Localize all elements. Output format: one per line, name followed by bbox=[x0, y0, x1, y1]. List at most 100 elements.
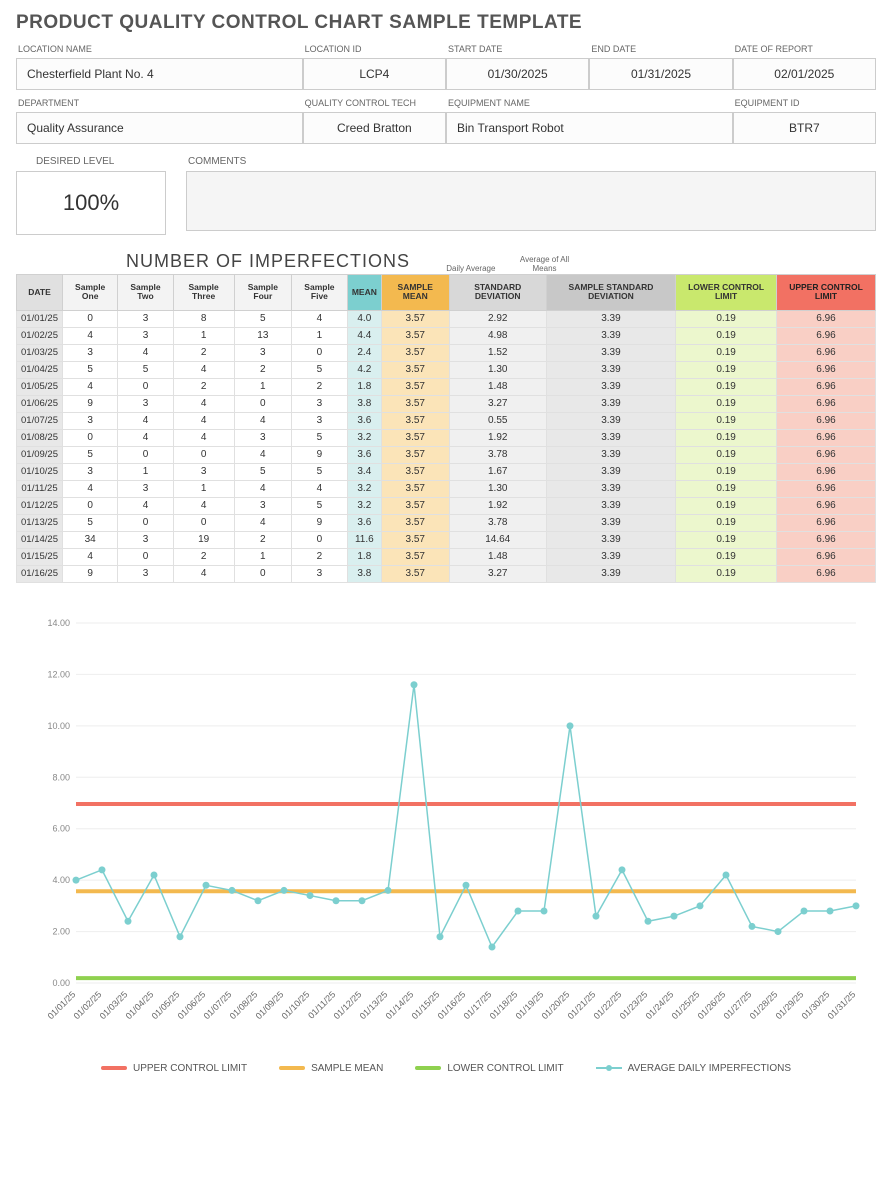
cell[interactable]: 4 bbox=[173, 361, 234, 378]
cell[interactable]: 4 bbox=[62, 378, 117, 395]
cell[interactable]: 3.4 bbox=[347, 463, 381, 480]
cell[interactable]: 1.30 bbox=[449, 361, 546, 378]
cell[interactable]: 0.19 bbox=[676, 565, 777, 582]
cell[interactable]: 3.39 bbox=[546, 429, 675, 446]
equipment-name-field[interactable]: Bin Transport Robot bbox=[446, 112, 733, 144]
cell[interactable]: 2.4 bbox=[347, 344, 381, 361]
cell[interactable]: 01/12/25 bbox=[17, 497, 63, 514]
cell[interactable]: 3.6 bbox=[347, 514, 381, 531]
cell[interactable]: 3.39 bbox=[546, 395, 675, 412]
cell[interactable]: 2 bbox=[173, 344, 234, 361]
cell[interactable]: 4 bbox=[62, 480, 117, 497]
cell[interactable]: 4.2 bbox=[347, 361, 381, 378]
cell[interactable]: 2 bbox=[173, 548, 234, 565]
cell[interactable]: 3.27 bbox=[449, 565, 546, 582]
cell[interactable]: 1.52 bbox=[449, 344, 546, 361]
cell[interactable]: 01/14/25 bbox=[17, 531, 63, 548]
cell[interactable]: 5 bbox=[62, 446, 117, 463]
cell[interactable]: 6.96 bbox=[777, 327, 876, 344]
cell[interactable]: 34 bbox=[62, 531, 117, 548]
cell[interactable]: 3 bbox=[118, 395, 173, 412]
cell[interactable]: 4 bbox=[292, 480, 348, 497]
cell[interactable]: 3.57 bbox=[381, 361, 449, 378]
cell[interactable]: 0 bbox=[173, 446, 234, 463]
cell[interactable]: 3.39 bbox=[546, 412, 675, 429]
cell[interactable]: 3.78 bbox=[449, 514, 546, 531]
cell[interactable]: 2 bbox=[234, 361, 291, 378]
cell[interactable]: 1.92 bbox=[449, 429, 546, 446]
cell[interactable]: 0.19 bbox=[676, 378, 777, 395]
comments-field[interactable] bbox=[186, 171, 876, 231]
cell[interactable]: 3 bbox=[62, 344, 117, 361]
location-name-field[interactable]: Chesterfield Plant No. 4 bbox=[16, 58, 303, 90]
cell[interactable]: 3.2 bbox=[347, 497, 381, 514]
cell[interactable]: 6.96 bbox=[777, 361, 876, 378]
cell[interactable]: 01/01/25 bbox=[17, 310, 63, 327]
qc-tech-field[interactable]: Creed Bratton bbox=[303, 112, 446, 144]
cell[interactable]: 6.96 bbox=[777, 531, 876, 548]
cell[interactable]: 0.19 bbox=[676, 429, 777, 446]
cell[interactable]: 01/02/25 bbox=[17, 327, 63, 344]
cell[interactable]: 0 bbox=[62, 497, 117, 514]
cell[interactable]: 01/08/25 bbox=[17, 429, 63, 446]
cell[interactable]: 9 bbox=[62, 565, 117, 582]
cell[interactable]: 3 bbox=[118, 531, 173, 548]
cell[interactable]: 6.96 bbox=[777, 344, 876, 361]
cell[interactable]: 0.19 bbox=[676, 531, 777, 548]
cell[interactable]: 1.48 bbox=[449, 548, 546, 565]
cell[interactable]: 5 bbox=[292, 361, 348, 378]
cell[interactable]: 3.39 bbox=[546, 514, 675, 531]
cell[interactable]: 8 bbox=[173, 310, 234, 327]
cell[interactable]: 3.39 bbox=[546, 548, 675, 565]
cell[interactable]: 1 bbox=[292, 327, 348, 344]
cell[interactable]: 4.98 bbox=[449, 327, 546, 344]
cell[interactable]: 4 bbox=[234, 480, 291, 497]
cell[interactable]: 3.2 bbox=[347, 480, 381, 497]
cell[interactable]: 01/04/25 bbox=[17, 361, 63, 378]
cell[interactable]: 01/11/25 bbox=[17, 480, 63, 497]
cell[interactable]: 01/10/25 bbox=[17, 463, 63, 480]
cell[interactable]: 5 bbox=[118, 361, 173, 378]
cell[interactable]: 0 bbox=[118, 548, 173, 565]
cell[interactable]: 01/13/25 bbox=[17, 514, 63, 531]
cell[interactable]: 1.8 bbox=[347, 378, 381, 395]
cell[interactable]: 5 bbox=[62, 361, 117, 378]
cell[interactable]: 3.39 bbox=[546, 327, 675, 344]
cell[interactable]: 3.78 bbox=[449, 446, 546, 463]
cell[interactable]: 11.6 bbox=[347, 531, 381, 548]
cell[interactable]: 5 bbox=[292, 497, 348, 514]
cell[interactable]: 3.57 bbox=[381, 480, 449, 497]
cell[interactable]: 3 bbox=[62, 463, 117, 480]
cell[interactable]: 0.19 bbox=[676, 548, 777, 565]
cell[interactable]: 5 bbox=[234, 310, 291, 327]
location-id-field[interactable]: LCP4 bbox=[303, 58, 446, 90]
end-date-field[interactable]: 01/31/2025 bbox=[589, 58, 732, 90]
cell[interactable]: 3.2 bbox=[347, 429, 381, 446]
cell[interactable]: 3 bbox=[234, 497, 291, 514]
cell[interactable]: 0.19 bbox=[676, 395, 777, 412]
cell[interactable]: 0 bbox=[62, 310, 117, 327]
cell[interactable]: 0 bbox=[173, 514, 234, 531]
equipment-id-field[interactable]: BTR7 bbox=[733, 112, 876, 144]
cell[interactable]: 3.57 bbox=[381, 463, 449, 480]
start-date-field[interactable]: 01/30/2025 bbox=[446, 58, 589, 90]
cell[interactable]: 01/06/25 bbox=[17, 395, 63, 412]
cell[interactable]: 1 bbox=[234, 548, 291, 565]
cell[interactable]: 0 bbox=[62, 429, 117, 446]
cell[interactable]: 3 bbox=[234, 344, 291, 361]
cell[interactable]: 4 bbox=[173, 395, 234, 412]
cell[interactable]: 3.57 bbox=[381, 548, 449, 565]
cell[interactable]: 3.39 bbox=[546, 497, 675, 514]
cell[interactable]: 4.4 bbox=[347, 327, 381, 344]
cell[interactable]: 6.96 bbox=[777, 480, 876, 497]
desired-level-value[interactable]: 100% bbox=[16, 171, 166, 235]
cell[interactable]: 0.19 bbox=[676, 327, 777, 344]
cell[interactable]: 0.19 bbox=[676, 361, 777, 378]
cell[interactable]: 3.57 bbox=[381, 310, 449, 327]
cell[interactable]: 3.39 bbox=[546, 310, 675, 327]
cell[interactable]: 4 bbox=[234, 446, 291, 463]
cell[interactable]: 4 bbox=[234, 514, 291, 531]
cell[interactable]: 3 bbox=[118, 327, 173, 344]
cell[interactable]: 6.96 bbox=[777, 548, 876, 565]
cell[interactable]: 5 bbox=[234, 463, 291, 480]
